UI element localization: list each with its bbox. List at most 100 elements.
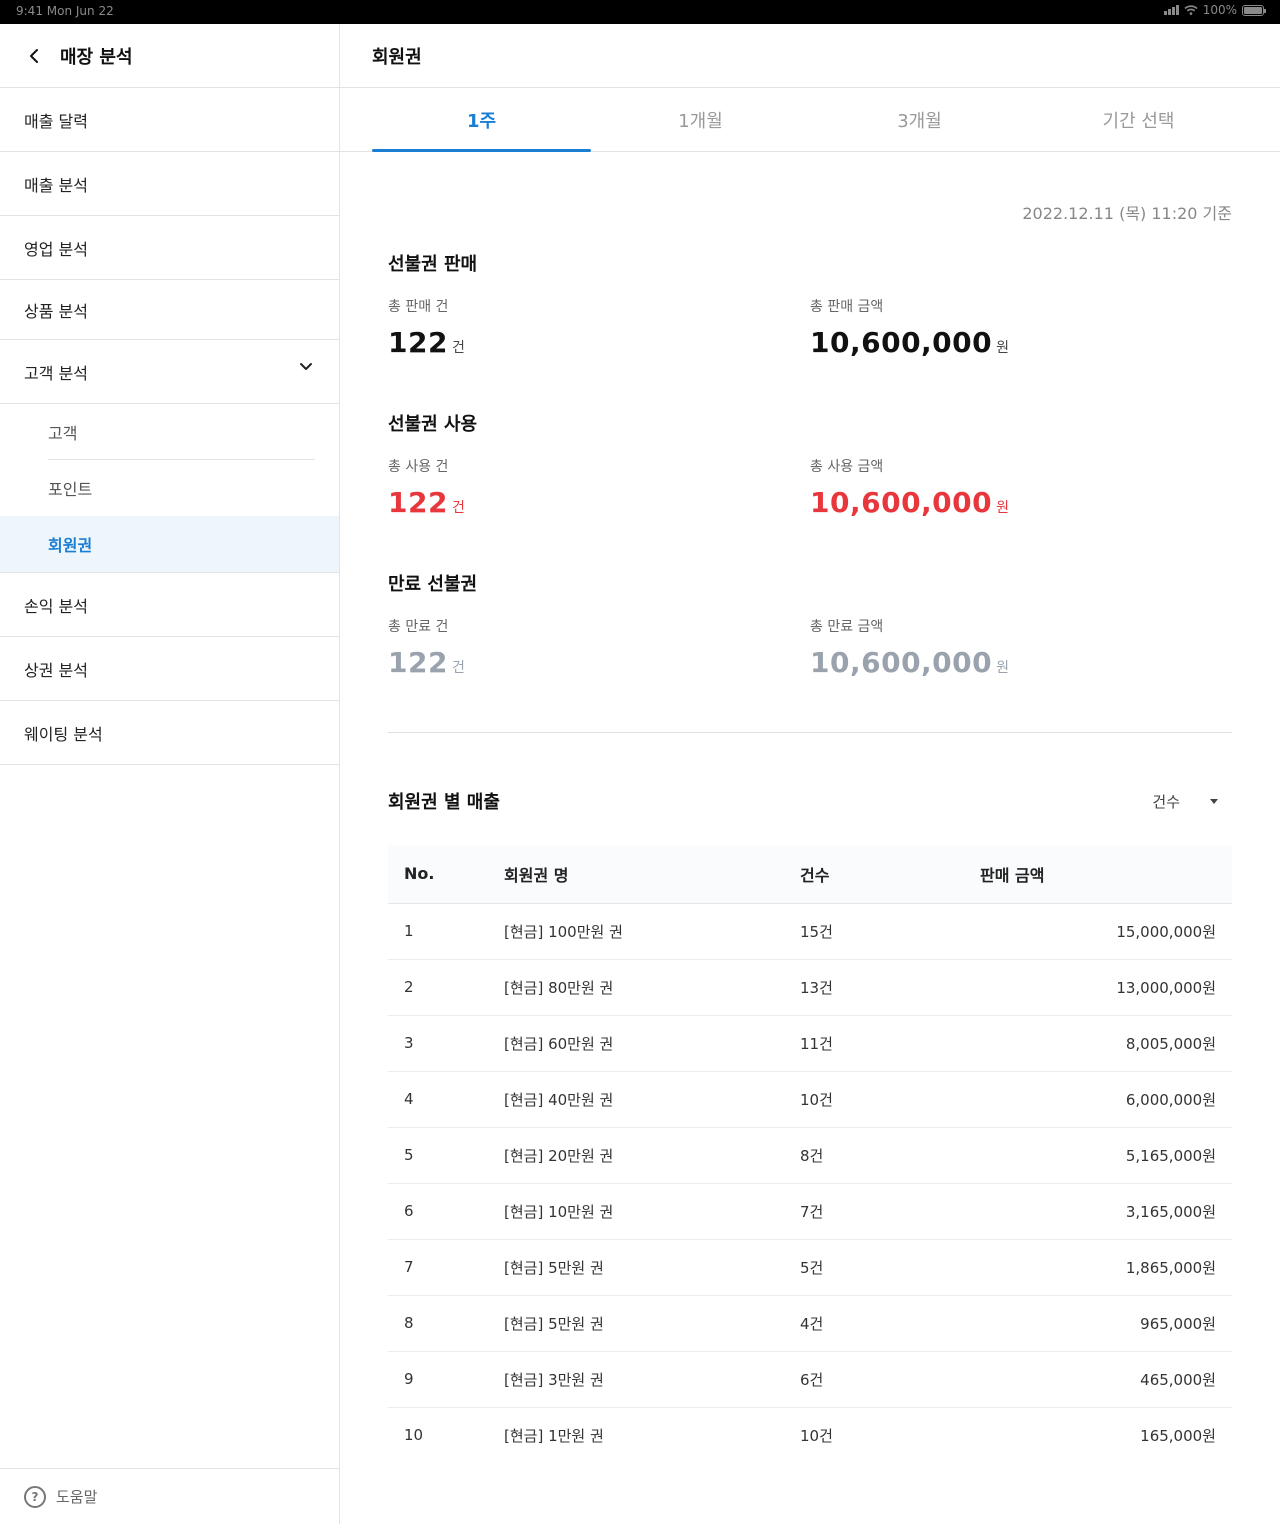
period-tabs: 1주 1개월 3개월 기간 선택 — [340, 88, 1280, 152]
sidebar-submenu: 고객 포인트 회원권 — [0, 404, 339, 573]
cell-no: 3 — [388, 1015, 504, 1072]
cell-no: 8 — [388, 1295, 504, 1352]
sidebar-subitem-label: 회원권 — [48, 536, 93, 555]
help-label: 도움말 — [56, 1488, 98, 1506]
stat-unit: 건 — [451, 340, 465, 356]
back-button[interactable] — [24, 46, 44, 66]
stat-number: 122 — [388, 646, 448, 679]
sidebar: 매장 분석 매출 달력 매출 분석 영업 분석 상품 분석 고객 분석 고객 포… — [0, 24, 340, 1524]
cell-amount: 13,000,000원 — [980, 959, 1232, 1016]
sidebar-subitem-label: 포인트 — [48, 480, 93, 499]
status-time: 9:41 Mon Jun 22 — [16, 4, 114, 18]
use-section: 선불권 사용 총 사용 건 122 건 총 사용 금액 10,600,000 원 — [388, 410, 1232, 519]
cell-no: 4 — [388, 1071, 504, 1128]
column-header-no: No. — [404, 864, 435, 884]
sidebar-item-label: 고객 분석 — [24, 363, 88, 383]
page-title: 회원권 — [340, 24, 1280, 88]
cell-amount: 15,000,000원 — [980, 903, 1232, 960]
stat-number: 10,600,000 — [810, 646, 993, 679]
column-header-count: 건수 — [800, 865, 830, 885]
chevron-left-icon — [30, 48, 38, 63]
stat-label: 총 만료 금액 — [810, 619, 884, 635]
cell-no: 7 — [388, 1239, 504, 1296]
cell-no: 6 — [388, 1183, 504, 1240]
cell-count: 6건 — [800, 1351, 980, 1408]
sidebar-item-label: 상품 분석 — [24, 301, 88, 321]
cell-name: [현금] 10만원 권 — [504, 1183, 800, 1240]
sidebar-item-customer-analysis[interactable]: 고객 분석 — [0, 340, 339, 404]
cell-no: 2 — [388, 959, 504, 1016]
battery-percent: 100% — [1202, 3, 1237, 17]
cell-amount: 8,005,000원 — [980, 1015, 1232, 1072]
cell-count: 13건 — [800, 959, 980, 1016]
sidebar-item-sales-analysis[interactable]: 매출 분석 — [0, 152, 339, 216]
caret-down-icon — [1210, 798, 1218, 804]
cell-name: [현금] 80만원 권 — [504, 959, 800, 1016]
sidebar-subitem-label: 고객 — [48, 423, 78, 443]
table-row: 4 [현금] 40만원 권 10건 6,000,000원 — [388, 1071, 1232, 1128]
use-stats: 총 사용 건 122 건 총 사용 금액 10,600,000 원 — [388, 456, 1232, 519]
sort-dropdown-label: 건수 — [1152, 792, 1180, 811]
cell-name: [현금] 100만원 권 — [504, 903, 800, 960]
cell-name: [현금] 40만원 권 — [504, 1071, 800, 1128]
table-row: 8 [현금] 5만원 권 4건 965,000원 — [388, 1295, 1232, 1352]
column-header-name: 회원권 명 — [504, 865, 569, 885]
tab-1-month[interactable]: 1개월 — [591, 88, 810, 151]
sidebar-subitem-customer[interactable]: 고객 — [48, 404, 315, 460]
sidebar-item-label: 매출 달력 — [24, 111, 88, 131]
battery-icon — [1242, 4, 1266, 16]
expire-section: 만료 선불권 총 만료 건 122 건 총 만료 금액 10,600,000 원 — [388, 570, 1232, 679]
status-right: 100% — [1163, 3, 1266, 17]
sidebar-item-sales-calendar[interactable]: 매출 달력 — [0, 88, 339, 152]
cell-count: 10건 — [800, 1426, 833, 1445]
main-panel: 회원권 1주 1개월 3개월 기간 선택 2022.12.11 (목) 11:2… — [340, 24, 1280, 1524]
stat-label: 총 판매 건 — [388, 299, 449, 315]
cell-no: 5 — [388, 1127, 504, 1184]
cell-count: 5건 — [800, 1239, 980, 1296]
sidebar-item-product-analysis[interactable]: 상품 분석 — [0, 280, 339, 340]
help-button[interactable]: ? 도움말 — [0, 1468, 339, 1524]
use-count-stat: 총 사용 건 122 건 — [388, 456, 810, 519]
sidebar-item-waiting-analysis[interactable]: 웨이팅 분석 — [0, 701, 339, 765]
sidebar-item-business-analysis[interactable]: 영업 분석 — [0, 216, 339, 280]
cell-amount: 165,000원 — [1140, 1426, 1216, 1445]
cell-count: 10건 — [800, 1071, 980, 1128]
sort-dropdown[interactable]: 건수 — [1152, 791, 1232, 812]
cell-count: 4건 — [800, 1295, 980, 1352]
cell-amount: 5,165,000원 — [980, 1127, 1232, 1184]
sidebar-item-trade-area-analysis[interactable]: 상권 분석 — [0, 637, 339, 701]
stat-unit: 건 — [451, 500, 465, 516]
table-header-row: No. 회원권 명 건수 판매 금액 — [388, 845, 1232, 903]
stat-unit: 원 — [996, 340, 1010, 356]
stat-unit: 원 — [996, 660, 1010, 676]
sidebar-subitem-point[interactable]: 포인트 — [48, 460, 315, 516]
wifi-icon — [1184, 5, 1198, 15]
table-row: 10 [현금] 1만원 권 10건 165,000원 — [388, 1407, 1232, 1463]
sale-count-stat: 총 판매 건 122 건 — [388, 296, 810, 359]
use-amount-stat: 총 사용 금액 10,600,000 원 — [810, 456, 1232, 519]
stat-value: 10,600,000 원 — [810, 646, 1232, 679]
column-header-amount: 판매 금액 — [980, 865, 1045, 885]
cell-no: 9 — [388, 1351, 504, 1408]
stat-value: 10,600,000 원 — [810, 326, 1232, 359]
sidebar-item-profit-analysis[interactable]: 손익 분석 — [0, 573, 339, 637]
cell-name: [현금] 5만원 권 — [504, 1239, 800, 1296]
sidebar-subitem-membership[interactable]: 회원권 — [0, 516, 339, 572]
tab-3-months[interactable]: 3개월 — [810, 88, 1029, 151]
status-bar: 9:41 Mon Jun 22 100% — [0, 0, 1280, 24]
as-of-timestamp: 2022.12.11 (목) 11:20 기준 — [1022, 204, 1232, 223]
table-row: 3 [현금] 60만원 권 11건 8,005,000원 — [388, 1015, 1232, 1072]
table-row: 9 [현금] 3만원 권 6건 465,000원 — [388, 1351, 1232, 1408]
cell-count: 15건 — [800, 903, 980, 960]
expire-count-stat: 총 만료 건 122 건 — [388, 616, 810, 679]
help-icon: ? — [24, 1485, 46, 1508]
table-row: 1 [현금] 100만원 권 15건 15,000,000원 — [388, 903, 1232, 960]
sidebar-title: 매장 분석 — [60, 46, 133, 68]
cell-name: [현금] 1만원 권 — [504, 1426, 604, 1445]
content: 2022.12.11 (목) 11:20 기준 선불권 판매 총 판매 건 12… — [340, 200, 1280, 1463]
tab-custom-period[interactable]: 기간 선택 — [1029, 88, 1248, 151]
cell-amount: 3,165,000원 — [980, 1183, 1232, 1240]
tab-1-week[interactable]: 1주 — [372, 88, 591, 152]
cell-amount: 965,000원 — [980, 1295, 1232, 1352]
cell-amount: 1,865,000원 — [980, 1239, 1232, 1296]
